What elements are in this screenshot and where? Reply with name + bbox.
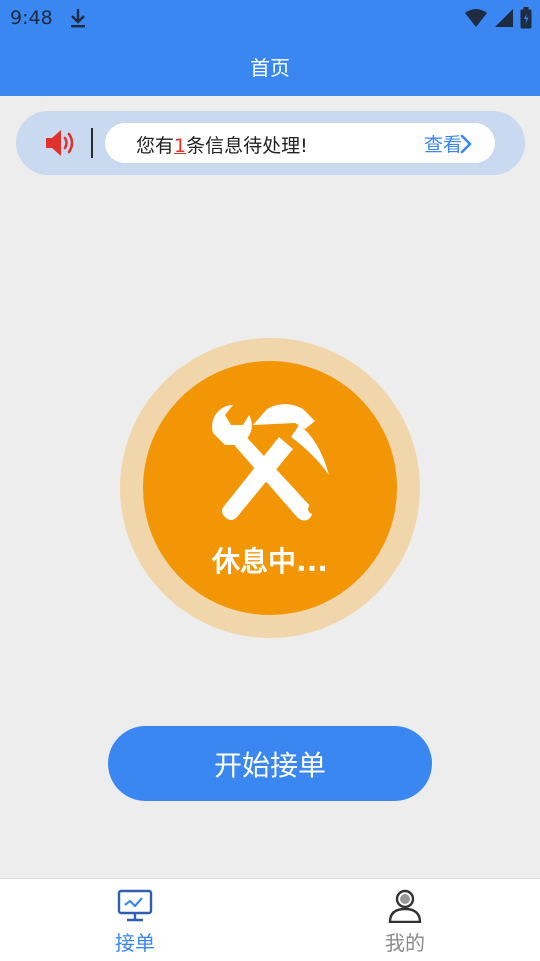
- tab-label-mine: 我的: [385, 931, 425, 955]
- page-title: 首页: [250, 55, 290, 80]
- chevron-right-icon[interactable]: [459, 133, 473, 155]
- user-icon: [388, 889, 422, 923]
- status-bar: 9:48: [0, 0, 540, 36]
- start-accepting-orders-button[interactable]: 开始接单: [108, 726, 432, 801]
- notice-divider: [91, 128, 93, 158]
- tools-icon: [212, 404, 329, 521]
- notice-message[interactable]: 您有1条信息待处理! 查看: [105, 123, 495, 163]
- notice-bar: 您有1条信息待处理! 查看: [16, 111, 525, 175]
- status-time: 9:48: [10, 7, 53, 29]
- signal-icon: [495, 9, 513, 27]
- bottom-tab-bar: 接单 我的: [0, 878, 540, 961]
- tab-mine[interactable]: 我的: [270, 879, 540, 961]
- notice-text: 您有1条信息待处理!: [136, 131, 308, 158]
- view-link[interactable]: 查看: [424, 130, 462, 157]
- notice-prefix: 您有: [136, 135, 175, 157]
- speaker-icon: [46, 130, 74, 156]
- title-bar: 首页: [0, 36, 540, 96]
- tab-label-orders: 接单: [115, 931, 155, 955]
- battery-icon: [520, 7, 532, 29]
- tab-orders[interactable]: 接单: [0, 879, 270, 961]
- wifi-icon: [465, 9, 487, 27]
- download-icon: [71, 9, 85, 28]
- monitor-icon: [117, 889, 153, 922]
- notice-suffix: 条信息待处理!: [186, 135, 308, 157]
- work-status-label: 休息中...: [212, 545, 328, 578]
- notice-count: 1: [174, 135, 187, 157]
